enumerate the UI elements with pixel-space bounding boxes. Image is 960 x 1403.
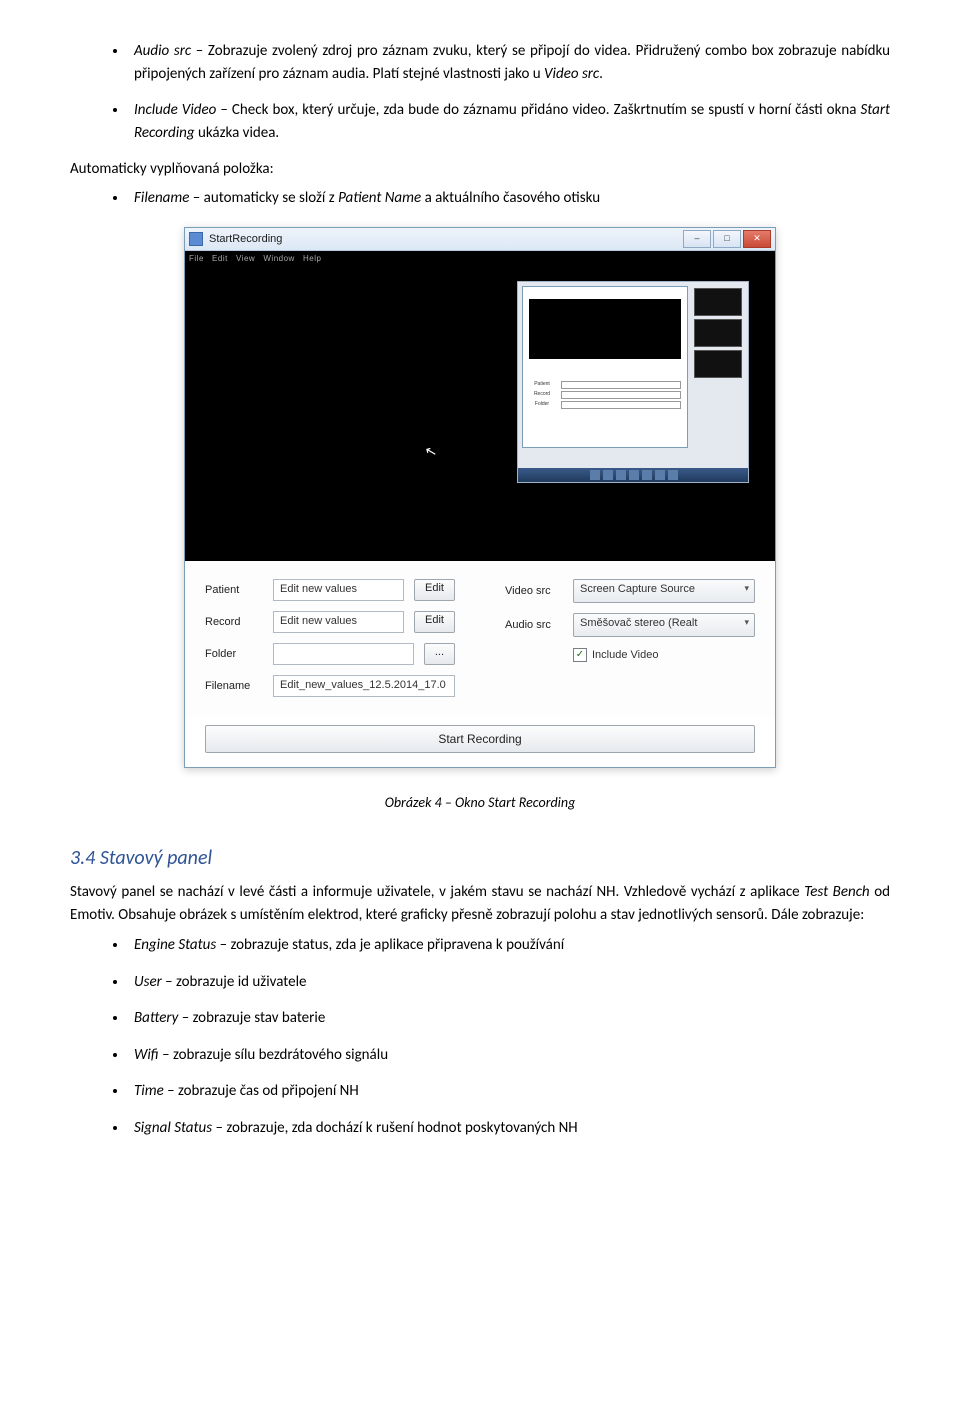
term-tail: Video src	[544, 65, 599, 83]
inner-taskbar	[518, 468, 748, 482]
term: User	[134, 973, 162, 991]
form-left-column: Patient Edit new values Edit Record Edit…	[205, 579, 455, 707]
inner-preview	[529, 299, 681, 359]
term: Signal Status	[134, 1119, 212, 1137]
list-item: Signal Status – zobrazuje, zda dochází k…	[128, 1117, 890, 1140]
list-item: User – zobrazuje id uživatele	[128, 971, 890, 994]
figure-caption: Obrázek 4 – Okno Start Recording	[70, 792, 890, 813]
screen-capture-thumbnail: Patient Record Folder	[517, 281, 749, 483]
filename-input[interactable]: Edit_new_values_12.5.2014_17.0	[273, 675, 455, 697]
term-tail: Patient Name	[338, 189, 421, 207]
text: – zobrazuje čas od připojení NH	[164, 1082, 359, 1100]
form-right-column: Video src Screen Capture Source Audio sr…	[505, 579, 755, 707]
figure-screenshot: StartRecording – □ ✕ File Edit View Wind…	[70, 227, 890, 768]
term: Engine Status	[134, 936, 216, 954]
list-item: Include Video – Check box, který určuje,…	[128, 99, 890, 144]
record-input[interactable]: Edit new values	[273, 611, 404, 633]
start-recording-button[interactable]: Start Recording	[205, 725, 755, 753]
text: – zobrazuje sílu bezdrátového signálu	[159, 1046, 388, 1064]
inner-window: Patient Record Folder	[522, 286, 688, 448]
record-label: Record	[205, 614, 263, 631]
term: Filename	[134, 189, 189, 207]
text: – zobrazuje status, zda je aplikace přip…	[216, 936, 564, 954]
cursor-icon: ↖	[422, 440, 439, 463]
bullet-list-top: Audio src – Zobrazuje zvolený zdroj pro …	[70, 40, 890, 144]
text: – zobrazuje stav baterie	[178, 1009, 325, 1027]
side-thumbnails	[694, 288, 742, 381]
text: Stavový panel se nachází v levé části a …	[70, 883, 804, 901]
patient-edit-button[interactable]: Edit	[414, 579, 455, 601]
patient-label: Patient	[205, 582, 263, 599]
text-tail: ukázka videa.	[195, 124, 280, 142]
record-edit-button[interactable]: Edit	[414, 611, 455, 633]
minimize-button[interactable]: –	[683, 230, 711, 248]
recording-form: Patient Edit new values Edit Record Edit…	[185, 561, 775, 717]
list-item: Filename – automaticky se složí z Patien…	[128, 187, 890, 210]
audiosrc-combo[interactable]: Směšovač stereo (Realt	[573, 613, 755, 637]
list-item: Audio src – Zobrazuje zvolený zdroj pro …	[128, 40, 890, 85]
video-preview-area: File Edit View Window Help Patient Recor…	[185, 251, 775, 561]
include-video-row[interactable]: ✓ Include Video	[573, 647, 755, 664]
app-icon	[189, 232, 203, 246]
inner-form: Patient Record Folder	[529, 381, 681, 411]
list-item: Wifi – zobrazuje sílu bezdrátového signá…	[128, 1044, 890, 1067]
window-titlebar: StartRecording – □ ✕	[185, 228, 775, 251]
auto-fill-label: Automaticky vyplňovaná položka:	[70, 158, 890, 181]
term: Wifi	[134, 1046, 159, 1064]
videosrc-combo[interactable]: Screen Capture Source	[573, 579, 755, 603]
term: Time	[134, 1082, 164, 1100]
list-item: Time – zobrazuje čas od připojení NH	[128, 1080, 890, 1103]
text-tail: a aktuálního časového otisku	[421, 189, 600, 207]
bullet-list-auto: Filename – automaticky se složí z Patien…	[70, 187, 890, 210]
term: Battery	[134, 1009, 178, 1027]
term: Test Bench	[804, 883, 869, 901]
text: – Check box, který určuje, zda bude do z…	[216, 101, 860, 119]
text: – automaticky se složí z	[189, 189, 338, 207]
term: Audio src	[134, 42, 191, 60]
maximize-button[interactable]: □	[713, 230, 741, 248]
text: – Zobrazuje zvolený zdroj pro záznam zvu…	[134, 42, 890, 83]
include-video-checkbox[interactable]: ✓	[573, 648, 587, 662]
videosrc-label: Video src	[505, 583, 563, 600]
window-buttons: – □ ✕	[683, 230, 771, 248]
term: Include Video	[134, 101, 216, 119]
bullet-list-bottom: Engine Status – zobrazuje status, zda je…	[70, 934, 890, 1139]
close-button[interactable]: ✕	[743, 230, 771, 248]
include-video-label: Include Video	[592, 647, 658, 664]
text: – zobrazuje id uživatele	[162, 973, 307, 991]
preview-menubar: File Edit View Window Help	[189, 253, 321, 265]
text-tail: .	[599, 65, 603, 83]
folder-input[interactable]	[273, 643, 414, 665]
list-item: Battery – zobrazuje stav baterie	[128, 1007, 890, 1030]
audiosrc-label: Audio src	[505, 617, 563, 634]
folder-browse-button[interactable]: ...	[424, 643, 455, 665]
text: – zobrazuje, zda dochází k rušení hodnot…	[212, 1119, 578, 1137]
folder-label: Folder	[205, 646, 263, 663]
patient-input[interactable]: Edit new values	[273, 579, 404, 601]
window-title: StartRecording	[209, 231, 683, 248]
filename-label: Filename	[205, 678, 263, 695]
start-recording-window: StartRecording – □ ✕ File Edit View Wind…	[184, 227, 776, 768]
section-paragraph: Stavový panel se nachází v levé části a …	[70, 881, 890, 926]
section-heading: 3.4 Stavový panel	[70, 843, 890, 873]
list-item: Engine Status – zobrazuje status, zda je…	[128, 934, 890, 957]
